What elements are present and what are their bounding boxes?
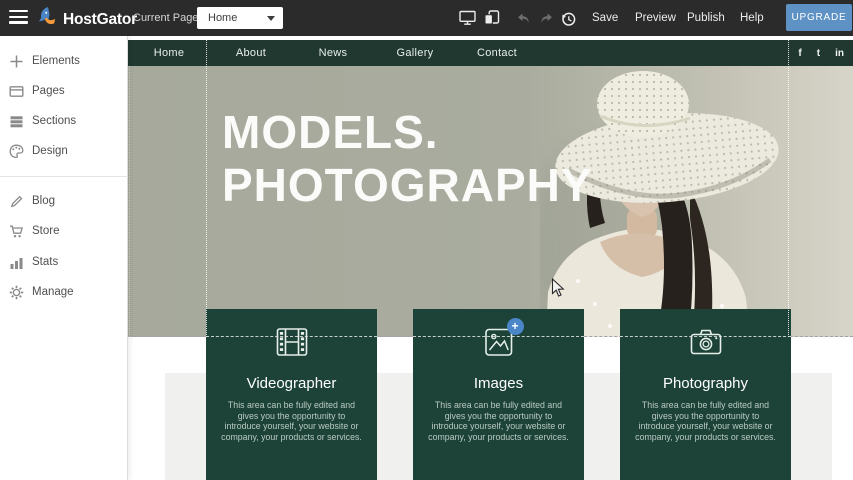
sidebar-item-pages[interactable]: Pages <box>0 76 128 106</box>
card-title: Images <box>413 375 584 392</box>
gator-icon <box>36 5 60 34</box>
desktop-preview-icon[interactable] <box>459 10 476 31</box>
hero-section[interactable]: MODELS. PHOTOGRAPHY <box>128 66 853 337</box>
hero-title[interactable]: MODELS. PHOTOGRAPHY <box>222 106 593 212</box>
sidebar-item-label: Sections <box>32 115 76 127</box>
add-image-badge[interactable]: + <box>507 318 524 335</box>
history-icon[interactable] <box>560 11 577 32</box>
sidebar-item-elements[interactable]: Elements <box>0 46 128 76</box>
social-links: f t in <box>798 40 844 66</box>
sidebar-item-label: Manage <box>32 286 74 298</box>
film-icon <box>275 325 309 359</box>
upgrade-button[interactable]: UPGRADE <box>786 4 852 31</box>
sidebar-item-label: Pages <box>32 85 65 97</box>
linkedin-icon[interactable]: in <box>835 48 844 59</box>
save-button[interactable]: Save <box>592 12 618 24</box>
facebook-icon[interactable]: f <box>798 48 801 59</box>
card-title: Videographer <box>206 375 377 392</box>
palette-icon <box>9 144 25 159</box>
plus-icon <box>9 54 25 69</box>
sidebar-item-label: Store <box>32 225 60 237</box>
bar-chart-icon <box>9 255 25 270</box>
twitter-icon[interactable]: t <box>817 48 820 59</box>
card-body: This area can be fully edited andgives y… <box>206 400 377 442</box>
menu-icon[interactable] <box>9 10 29 26</box>
site-nav-home[interactable]: Home <box>128 47 210 59</box>
site-nav-news[interactable]: News <box>292 47 374 59</box>
sidebar-item-design[interactable]: Design <box>0 136 128 166</box>
chevron-down-icon <box>267 16 275 21</box>
current-page-label: Current Page: <box>133 12 201 24</box>
card-title: Photography <box>620 375 791 392</box>
editor-sidebar: Elements Pages Sections Design Blog <box>0 36 128 480</box>
publish-button[interactable]: Publish <box>687 12 725 24</box>
sidebar-item-stats[interactable]: Stats <box>0 247 128 277</box>
brand-name: HostGator <box>63 11 137 29</box>
app-window: HostGator Current Page: Home <box>0 0 853 480</box>
sidebar-item-sections[interactable]: Sections <box>0 106 128 136</box>
site-nav-contact[interactable]: Contact <box>456 47 538 59</box>
card-body: This area can be fully edited andgives y… <box>620 400 791 442</box>
sidebar-item-label: Stats <box>32 256 58 268</box>
sections-icon <box>9 114 25 129</box>
cart-icon <box>9 224 25 239</box>
selection-guide-right <box>788 40 789 337</box>
help-button[interactable]: Help <box>740 12 764 24</box>
camera-icon <box>689 325 723 359</box>
hero-title-line2: PHOTOGRAPHY <box>222 159 593 212</box>
top-toolbar: HostGator Current Page: Home <box>0 0 853 36</box>
site-nav-gallery[interactable]: Gallery <box>374 47 456 59</box>
sidebar-item-store[interactable]: Store <box>0 216 128 246</box>
undo-icon[interactable] <box>516 12 532 30</box>
mobile-preview-icon[interactable] <box>484 10 500 30</box>
hero-title-line1: MODELS. <box>222 106 593 159</box>
page-dropdown[interactable]: Home <box>197 7 283 29</box>
sidebar-item-blog[interactable]: Blog <box>0 186 128 216</box>
page-dropdown-value: Home <box>197 12 267 24</box>
site-nav-about[interactable]: About <box>210 47 292 59</box>
sidebar-item-label: Design <box>32 145 68 157</box>
card-photography[interactable]: Photography This area can be fully edite… <box>620 309 791 480</box>
redo-icon[interactable] <box>538 12 554 30</box>
pencil-icon <box>9 194 25 209</box>
card-videographer[interactable]: Videographer This area can be fully edit… <box>206 309 377 480</box>
sidebar-item-manage[interactable]: Manage <box>0 277 128 307</box>
canvas-edge-guide <box>129 66 130 337</box>
image-icon: + <box>482 325 516 359</box>
selection-guide-left <box>206 40 207 337</box>
mouse-cursor <box>551 278 566 304</box>
card-images[interactable]: + Images This area can be fully edited a… <box>413 309 584 480</box>
preview-button[interactable]: Preview <box>635 12 676 24</box>
sidebar-item-label: Elements <box>32 55 80 67</box>
pages-icon <box>9 84 25 99</box>
card-body: This area can be fully edited andgives y… <box>413 400 584 442</box>
gear-icon <box>9 285 25 300</box>
site-navbar: Home About News Gallery Contact f t in <box>128 40 853 66</box>
hostgator-logo: HostGator <box>36 5 137 34</box>
sidebar-divider <box>0 176 128 177</box>
sidebar-item-label: Blog <box>32 195 55 207</box>
